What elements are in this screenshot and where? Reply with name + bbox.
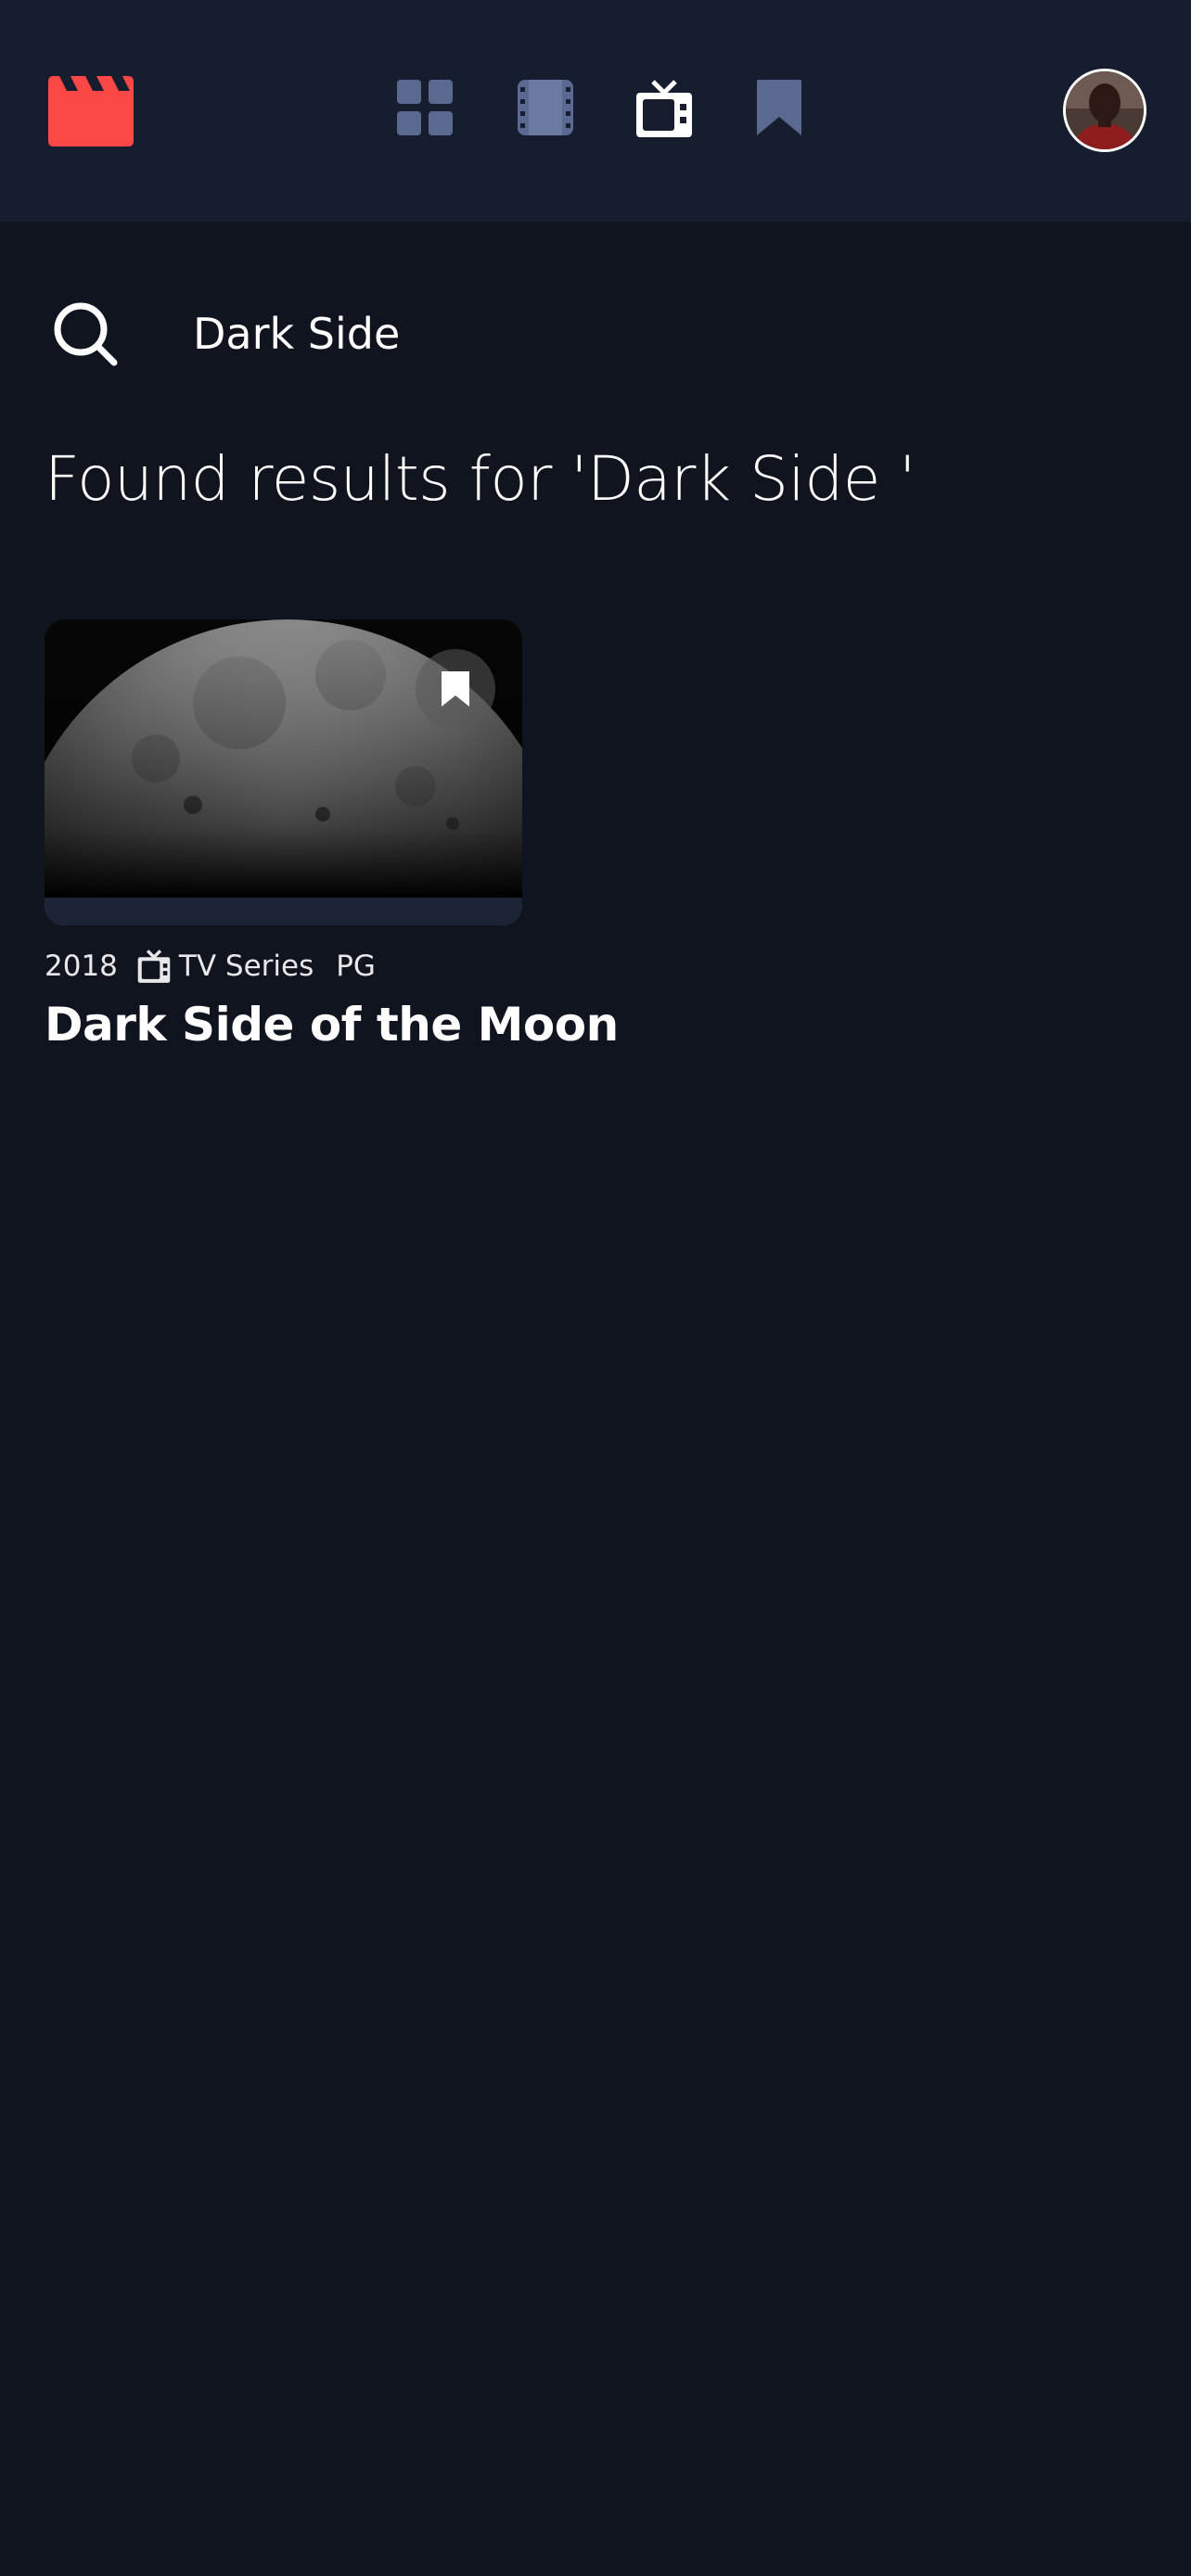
results-heading: Found results for 'Dark Side ' — [45, 443, 916, 515]
bookmark-icon[interactable] — [753, 78, 805, 139]
avatar-portrait-icon — [1066, 71, 1144, 149]
search-bar — [0, 278, 1191, 389]
media-title[interactable]: Dark Side of the Moon — [45, 998, 619, 1052]
media-year: 2018 — [45, 950, 118, 983]
user-avatar[interactable] — [1063, 69, 1146, 152]
media-category: TV Series — [178, 950, 314, 983]
search-icon[interactable] — [52, 300, 121, 369]
home-grid-icon[interactable] — [395, 78, 455, 137]
bookmark-icon — [442, 671, 469, 707]
media-card[interactable]: 2018 TV Series PG Dark Side of the Moon — [45, 619, 619, 1052]
media-rating: PG — [336, 950, 376, 983]
top-navigation-bar — [0, 0, 1191, 222]
tv-icon — [136, 949, 172, 984]
clapperboard-icon[interactable] — [45, 72, 137, 147]
search-input[interactable] — [193, 300, 1121, 367]
media-thumbnail[interactable] — [45, 619, 522, 925]
film-icon[interactable] — [516, 78, 575, 137]
bookmark-button[interactable] — [416, 649, 495, 729]
tv-icon[interactable] — [634, 78, 694, 139]
media-meta: 2018 TV Series PG — [45, 946, 376, 987]
